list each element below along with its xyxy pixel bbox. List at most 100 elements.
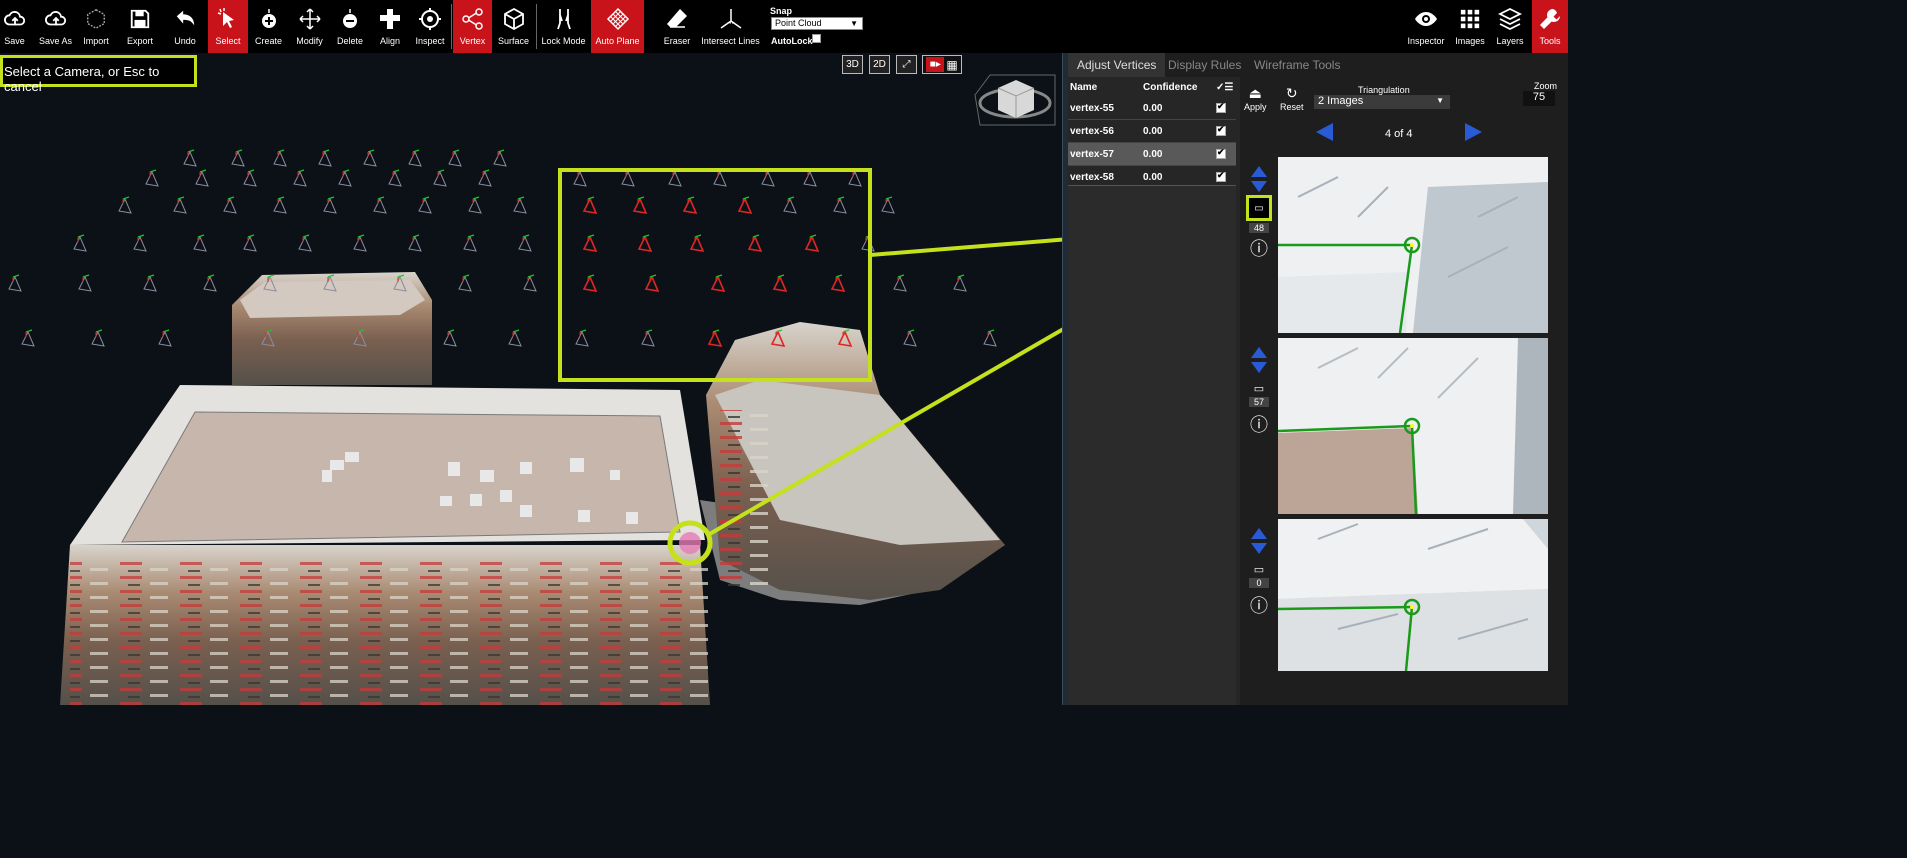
camera-marker[interactable] bbox=[707, 329, 723, 348]
camera-marker[interactable] bbox=[323, 196, 337, 214]
camera-image-3[interactable] bbox=[1278, 519, 1548, 671]
tools-button[interactable]: Tools bbox=[1532, 0, 1568, 53]
camera-marker[interactable] bbox=[338, 169, 352, 187]
camera-marker[interactable] bbox=[145, 169, 159, 187]
camera-marker[interactable] bbox=[298, 234, 312, 252]
info-icon[interactable]: ⓘ bbox=[1250, 235, 1268, 261]
camera-grid-toggle[interactable]: ■▸ ▦ bbox=[922, 55, 962, 74]
camera-marker[interactable] bbox=[682, 196, 698, 215]
import-button[interactable]: Import bbox=[82, 0, 110, 53]
camera-marker[interactable] bbox=[388, 169, 402, 187]
inspector-button[interactable]: Inspector bbox=[1406, 0, 1446, 53]
camera-marker[interactable] bbox=[118, 196, 132, 214]
camera-marker[interactable] bbox=[443, 329, 457, 347]
camera-marker[interactable] bbox=[833, 196, 847, 214]
camera-marker[interactable] bbox=[433, 169, 447, 187]
camera-marker[interactable] bbox=[418, 196, 432, 214]
view-3d-button[interactable]: 3D bbox=[842, 55, 863, 74]
camera-marker[interactable] bbox=[582, 234, 598, 253]
info-icon[interactable]: ⓘ bbox=[1250, 411, 1268, 437]
camera-marker[interactable] bbox=[158, 329, 172, 347]
layers-button[interactable]: Layers bbox=[1494, 0, 1526, 53]
info-icon[interactable]: ⓘ bbox=[1250, 592, 1268, 618]
camera-marker[interactable] bbox=[293, 169, 307, 187]
point-cloud-scene[interactable] bbox=[0, 53, 1062, 705]
tab-wireframe-tools[interactable]: Wireframe Tools bbox=[1254, 53, 1340, 77]
snap-select[interactable]: Point Cloud ▼ bbox=[771, 17, 863, 30]
camera-marker[interactable] bbox=[273, 149, 287, 167]
camera-marker[interactable] bbox=[830, 274, 846, 293]
tab-adjust-vertices[interactable]: Adjust Vertices bbox=[1068, 53, 1166, 77]
camera-image-1[interactable] bbox=[1278, 157, 1548, 333]
camera-marker[interactable] bbox=[493, 149, 507, 167]
camera-marker[interactable] bbox=[363, 149, 377, 167]
camera-marker[interactable] bbox=[881, 196, 895, 214]
camera-marker[interactable] bbox=[848, 169, 862, 187]
save-button[interactable]: Save bbox=[0, 0, 29, 53]
camera-marker[interactable] bbox=[478, 169, 492, 187]
camera-marker[interactable] bbox=[73, 234, 87, 252]
camera-marker[interactable] bbox=[231, 149, 245, 167]
monitor-icon[interactable]: ▭ bbox=[1254, 563, 1264, 576]
fullscreen-button[interactable]: ⤢ bbox=[896, 55, 917, 74]
camera-marker[interactable] bbox=[203, 274, 217, 292]
column-confidence[interactable]: Confidence bbox=[1143, 82, 1216, 93]
camera-marker[interactable] bbox=[8, 274, 22, 292]
camera-marker[interactable] bbox=[573, 169, 587, 187]
camera-marker[interactable] bbox=[183, 149, 197, 167]
camera-marker[interactable] bbox=[223, 196, 237, 214]
camera-marker[interactable] bbox=[273, 196, 287, 214]
camera-marker[interactable] bbox=[373, 196, 387, 214]
save-as-button[interactable]: Save As bbox=[37, 0, 74, 53]
camera-marker[interactable] bbox=[408, 149, 422, 167]
camera-marker[interactable] bbox=[21, 329, 35, 347]
select-image-button[interactable]: ▭ bbox=[1246, 195, 1272, 221]
camera-marker[interactable] bbox=[408, 234, 422, 252]
surface-button[interactable]: Surface bbox=[497, 0, 530, 53]
previous-page-icon[interactable] bbox=[1316, 123, 1333, 141]
camera-marker[interactable] bbox=[193, 234, 207, 252]
camera-marker[interactable] bbox=[668, 169, 682, 187]
camera-marker[interactable] bbox=[463, 234, 477, 252]
reset-button[interactable]: ↻ Reset bbox=[1280, 85, 1304, 112]
camera-marker[interactable] bbox=[195, 169, 209, 187]
camera-marker[interactable] bbox=[78, 274, 92, 292]
column-name[interactable]: Name bbox=[1068, 82, 1143, 93]
vertex-checkbox[interactable] bbox=[1216, 170, 1226, 182]
modify-button[interactable]: Modify bbox=[295, 0, 324, 53]
table-row[interactable]: vertex-55 0.00 bbox=[1068, 97, 1236, 120]
select-button[interactable]: Select bbox=[208, 0, 248, 53]
table-row-selected[interactable]: vertex-57 0.00 bbox=[1068, 143, 1236, 166]
camera-marker[interactable] bbox=[133, 234, 147, 252]
camera-marker[interactable] bbox=[632, 196, 648, 215]
next-page-icon[interactable] bbox=[1465, 123, 1482, 141]
selected-vertex[interactable] bbox=[679, 532, 701, 554]
camera-markers[interactable] bbox=[8, 149, 997, 348]
camera-marker[interactable] bbox=[318, 149, 332, 167]
camera-marker[interactable] bbox=[508, 329, 522, 347]
vertex-checkbox[interactable] bbox=[1216, 124, 1226, 136]
auto-plane-button[interactable]: Auto Plane bbox=[591, 0, 644, 53]
camera-marker[interactable] bbox=[91, 329, 105, 347]
triangulation-select[interactable]: 2 Images ▼ bbox=[1314, 95, 1450, 109]
images-button[interactable]: Images bbox=[1455, 0, 1485, 53]
image-up-down-arrows-icon[interactable] bbox=[1250, 165, 1268, 193]
camera-marker[interactable] bbox=[523, 274, 537, 292]
camera-marker[interactable] bbox=[641, 329, 655, 347]
camera-marker[interactable] bbox=[983, 329, 997, 347]
inspect-button[interactable]: Inspect bbox=[415, 0, 445, 53]
create-button[interactable]: Create bbox=[254, 0, 283, 53]
vertex-button[interactable]: Vertex bbox=[453, 0, 492, 53]
camera-marker[interactable] bbox=[644, 274, 660, 293]
camera-marker[interactable] bbox=[903, 329, 917, 347]
delete-button[interactable]: Delete bbox=[336, 0, 364, 53]
view-2d-button[interactable]: 2D bbox=[869, 55, 890, 74]
intersect-lines-button[interactable]: Intersect Lines bbox=[701, 0, 760, 53]
vertex-checkbox[interactable] bbox=[1216, 101, 1226, 113]
camera-marker[interactable] bbox=[575, 329, 589, 347]
camera-marker[interactable] bbox=[582, 196, 598, 215]
column-options-icon[interactable]: ✓☰ bbox=[1216, 82, 1236, 93]
camera-marker[interactable] bbox=[458, 274, 472, 292]
autolock-checkbox[interactable] bbox=[812, 34, 821, 43]
camera-marker[interactable] bbox=[761, 169, 775, 187]
